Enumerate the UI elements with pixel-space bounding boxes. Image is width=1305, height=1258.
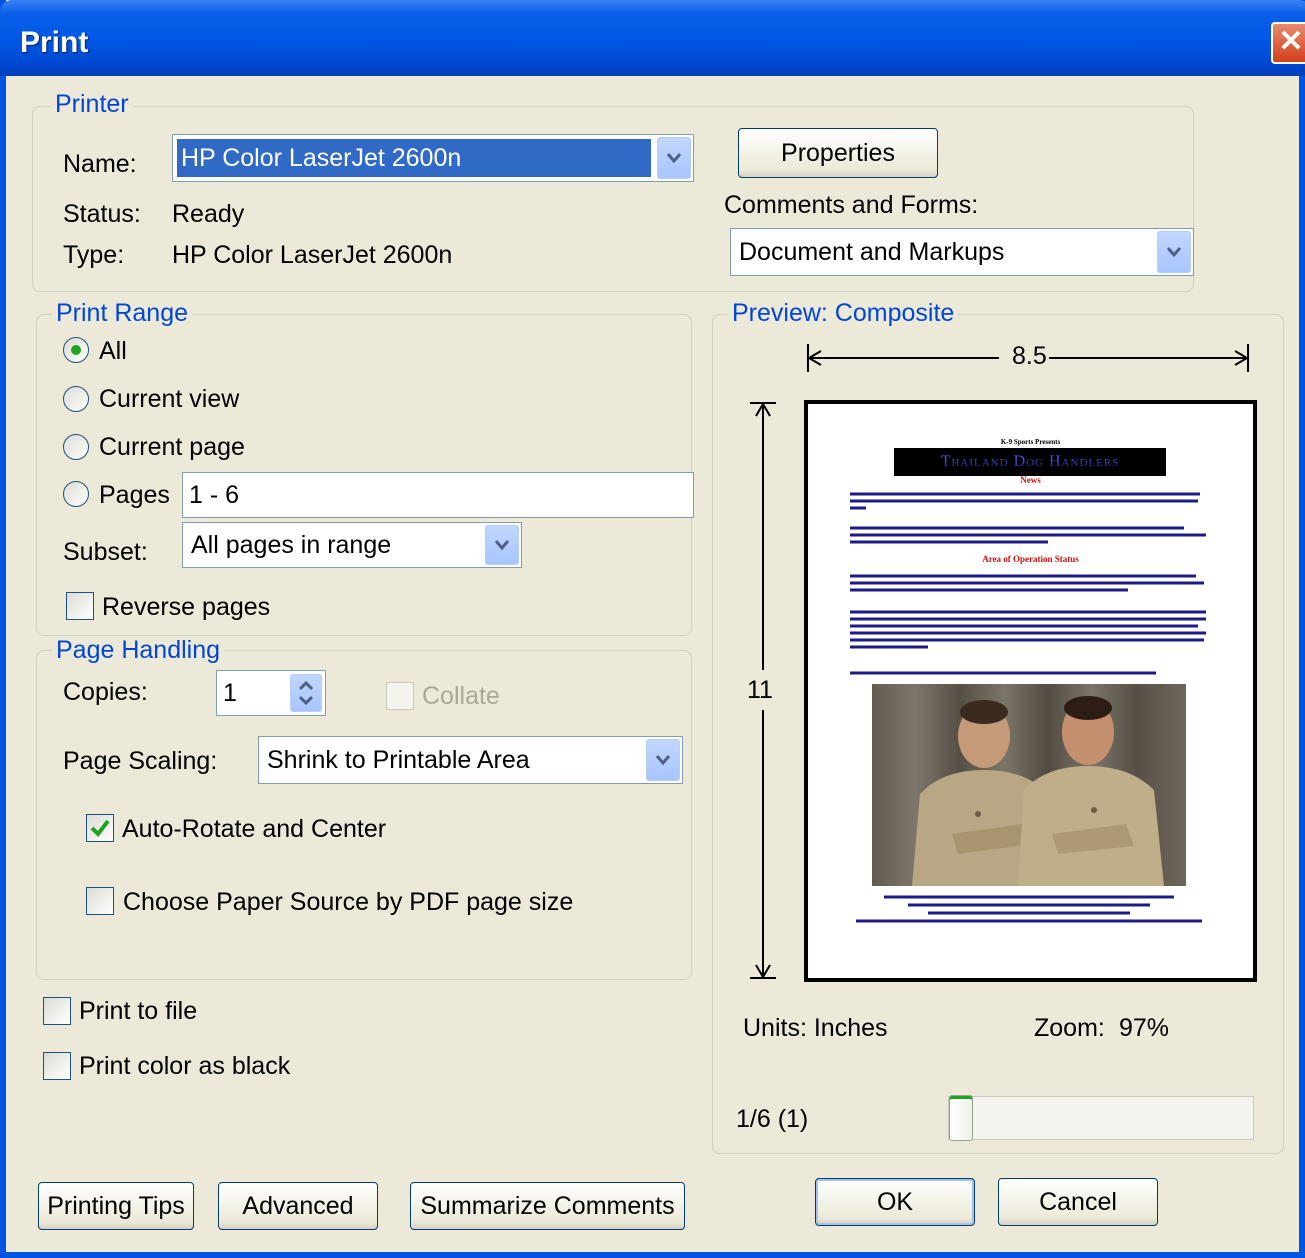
chevron-down-icon[interactable] xyxy=(657,137,691,179)
print-range-legend: Print Range xyxy=(52,299,193,328)
range-pages-label[interactable]: Pages xyxy=(99,481,170,510)
paper-source-label[interactable]: Choose Paper Source by PDF page size xyxy=(123,888,573,917)
range-pages-radio[interactable] xyxy=(63,481,89,507)
range-current-view-label[interactable]: Current view xyxy=(99,385,239,414)
print-color-black-checkbox[interactable] xyxy=(43,1052,71,1080)
reverse-pages-checkbox[interactable] xyxy=(66,592,94,620)
advanced-button[interactable]: Advanced xyxy=(218,1182,378,1230)
printer-name-value: HP Color LaserJet 2600n xyxy=(177,139,651,177)
doc-body-text-top xyxy=(850,492,1206,649)
copies-label: Copies: xyxy=(63,678,148,706)
pages-input[interactable]: 1 - 6 xyxy=(182,472,694,518)
units-label: Units: Inches xyxy=(743,1014,888,1042)
soldiers-photo-icon xyxy=(872,684,1186,886)
radio-selected-dot xyxy=(71,345,81,355)
doc-body-text-caption xyxy=(850,671,1156,675)
copies-value: 1 xyxy=(223,678,237,707)
window-title: Print xyxy=(20,26,89,59)
subset-label: Subset: xyxy=(63,538,148,566)
printer-type-value: HP Color LaserJet 2600n xyxy=(172,241,453,269)
page-scaling-select[interactable]: Shrink to Printable Area xyxy=(258,736,683,784)
range-current-page-radio[interactable] xyxy=(63,434,89,460)
page-slider-track[interactable] xyxy=(948,1095,1254,1141)
preview-height-value: 11 xyxy=(747,676,773,704)
page-scaling-value: Shrink to Printable Area xyxy=(267,745,530,774)
page-scaling-label: Page Scaling: xyxy=(63,747,218,775)
properties-button[interactable]: Properties xyxy=(738,128,938,178)
doc-banner-sub: News xyxy=(1020,475,1041,485)
zoom-value: 97% xyxy=(1119,1014,1170,1042)
page-handling-legend: Page Handling xyxy=(52,636,225,665)
print-dialog: Print ✕ Printer Name: HP Color LaserJet … xyxy=(0,0,1305,1258)
page-indicator: 1/6 (1) xyxy=(736,1105,809,1133)
range-current-page-label[interactable]: Current page xyxy=(99,433,245,462)
collate-checkbox[interactable] xyxy=(386,682,414,710)
chevron-down-icon[interactable] xyxy=(485,525,519,565)
chevron-down-icon[interactable] xyxy=(1157,231,1191,273)
page-slider-thumb[interactable] xyxy=(949,1095,973,1141)
range-current-view-radio[interactable] xyxy=(63,386,89,412)
reverse-pages-label[interactable]: Reverse pages xyxy=(102,593,270,622)
subset-select[interactable]: All pages in range xyxy=(182,522,522,568)
collate-label[interactable]: Collate xyxy=(422,682,500,711)
doc-photo xyxy=(872,684,1186,886)
printer-type-label: Type: xyxy=(63,241,125,269)
zoom-label: Zoom: xyxy=(1034,1014,1105,1042)
copies-input[interactable]: 1 xyxy=(216,670,326,716)
print-color-black-label[interactable]: Print color as black xyxy=(79,1052,290,1081)
printer-status-value: Ready xyxy=(172,200,245,228)
summarize-comments-button[interactable]: Summarize Comments xyxy=(410,1182,685,1230)
comments-forms-select[interactable]: Document and Markups xyxy=(730,228,1194,276)
chevron-down-icon[interactable] xyxy=(646,739,680,781)
subset-value: All pages in range xyxy=(191,530,392,559)
comments-forms-label: Comments and Forms: xyxy=(724,191,979,219)
preview-width-value: 8.5 xyxy=(1012,342,1047,370)
print-to-file-label[interactable]: Print to file xyxy=(79,997,197,1026)
doc-section-heading: Area of Operation Status xyxy=(982,554,1079,564)
copies-stepper[interactable] xyxy=(290,674,322,712)
stepper-arrows-icon xyxy=(298,680,314,706)
close-icon: ✕ xyxy=(1278,25,1304,58)
auto-rotate-label[interactable]: Auto-Rotate and Center xyxy=(122,815,386,844)
doc-banner-text: Thailand Dog Handlers xyxy=(940,453,1120,470)
checkmark-icon xyxy=(90,819,110,838)
auto-rotate-checkbox[interactable] xyxy=(86,814,114,842)
doc-header-small: K-9 Sports Presents xyxy=(1000,438,1061,446)
title-bar[interactable]: Print ✕ xyxy=(0,0,1305,76)
range-all-radio[interactable] xyxy=(63,337,89,363)
range-all-label[interactable]: All xyxy=(99,337,127,366)
ok-button[interactable]: OK xyxy=(815,1178,975,1226)
doc-banner: Thailand Dog Handlers xyxy=(894,448,1166,476)
printing-tips-button[interactable]: Printing Tips xyxy=(38,1182,194,1230)
printer-legend: Printer xyxy=(51,90,133,119)
printer-name-label: Name: xyxy=(63,150,137,178)
cancel-button[interactable]: Cancel xyxy=(998,1178,1158,1226)
paper-source-checkbox[interactable] xyxy=(86,887,114,915)
printer-name-select[interactable]: HP Color LaserJet 2600n xyxy=(172,134,694,182)
comments-forms-value: Document and Markups xyxy=(739,237,1005,266)
preview-legend: Preview: Composite xyxy=(728,299,959,328)
close-button[interactable]: ✕ xyxy=(1271,22,1305,64)
print-to-file-checkbox[interactable] xyxy=(43,997,71,1025)
preview-page: K-9 Sports Presents Thailand Dog Handler… xyxy=(804,400,1257,982)
doc-caption-text xyxy=(856,895,1202,923)
printer-status-label: Status: xyxy=(63,200,141,228)
